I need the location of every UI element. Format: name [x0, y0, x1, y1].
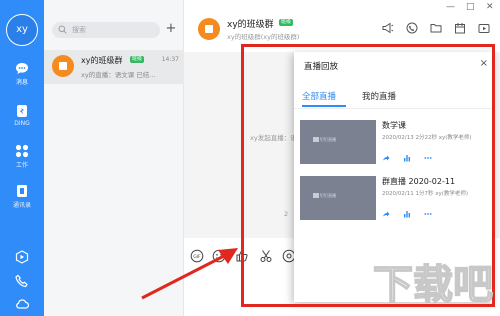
- conversation-time: 14:37: [161, 56, 179, 63]
- class-badge: 班级: [130, 56, 145, 63]
- phone-icon[interactable]: [15, 274, 29, 288]
- nav-work[interactable]: 工作: [0, 144, 44, 169]
- divider: [294, 108, 494, 109]
- close-button[interactable]: ✕: [486, 2, 494, 12]
- minimize-button[interactable]: —: [446, 2, 455, 12]
- stats-icon[interactable]: [403, 154, 411, 162]
- thumbnail-text: 钉钉直播: [320, 137, 336, 142]
- video-thumbnail[interactable]: 钉钉直播: [300, 176, 376, 220]
- replay-item[interactable]: 钉钉直播 数学课 2020/02/13 2分22秒 xy(教学老师): [300, 120, 490, 168]
- tab-all-live[interactable]: 全部直播: [302, 90, 336, 102]
- left-rail: xy 消息 DING 工作 通讯录: [0, 0, 44, 316]
- replay-title: 数学课: [382, 121, 406, 130]
- replay-actions: [382, 203, 440, 222]
- search-placeholder: 搜索: [72, 26, 86, 34]
- add-button[interactable]: +: [164, 20, 178, 38]
- nav-ding[interactable]: DING: [0, 104, 44, 127]
- logo-icon: [313, 193, 319, 198]
- live-icon[interactable]: [478, 22, 490, 34]
- replay-meta: 2020/02/11 1分7秒 xy(教学老师): [382, 191, 468, 197]
- class-badge: 班级: [279, 19, 294, 26]
- nav-label: 消息: [15, 79, 28, 86]
- share-icon[interactable]: [382, 154, 390, 162]
- share-icon[interactable]: [382, 210, 390, 218]
- nav-label: DING: [14, 120, 30, 127]
- svg-text:下载吧: 下载吧: [373, 262, 493, 308]
- play-icon[interactable]: [15, 250, 29, 264]
- replay-title: 群直播 2020-02-11: [382, 177, 456, 186]
- list-item[interactable]: xy的班级群 班级 14:37 xy的直播：语文课 已结...: [44, 50, 184, 84]
- announcement-icon[interactable]: [382, 22, 394, 34]
- panel-title: 直播回放: [304, 62, 339, 72]
- search-input[interactable]: 搜索: [52, 22, 160, 38]
- phone-call-icon[interactable]: [406, 22, 418, 34]
- chat-bubble-icon: [16, 63, 28, 74]
- nav-messages[interactable]: 消息: [0, 62, 44, 86]
- logo-icon: [313, 137, 319, 142]
- group-icon: [198, 18, 220, 40]
- chat-subtitle: xy的班级群(xy的班级群): [227, 33, 300, 41]
- cloud-icon[interactable]: [15, 297, 29, 311]
- replay-actions: [382, 147, 440, 166]
- group-icon: [52, 55, 74, 77]
- tab-my-live[interactable]: 我的直播: [362, 90, 396, 102]
- stats-icon[interactable]: [403, 210, 411, 218]
- more-icon[interactable]: [424, 154, 432, 162]
- active-tab-indicator: [302, 105, 346, 107]
- avatar[interactable]: xy: [6, 14, 38, 46]
- calendar-icon[interactable]: [454, 22, 466, 34]
- system-message: 2: [284, 210, 289, 218]
- app-window: xy 消息 DING 工作 通讯录 搜索 + xy的班级群 班级 14:37 x…: [0, 0, 500, 316]
- replay-meta: 2020/02/13 2分22秒 xy(教学老师): [382, 135, 472, 141]
- video-thumbnail[interactable]: 钉钉直播: [300, 120, 376, 164]
- chat-title[interactable]: xy的班级群: [227, 17, 274, 30]
- conversation-preview: xy的直播：语文课 已结...: [81, 71, 156, 79]
- annotation-arrow-icon: [141, 248, 238, 300]
- apps-grid-icon: [15, 144, 29, 158]
- contacts-icon: [17, 185, 27, 197]
- close-icon[interactable]: ×: [480, 58, 488, 69]
- folder-icon[interactable]: [430, 22, 442, 34]
- conversation-name: xy的班级群: [81, 56, 123, 65]
- search-icon: [58, 25, 67, 34]
- ding-icon: [17, 105, 27, 117]
- scissors-icon[interactable]: [259, 249, 273, 263]
- nav-contacts[interactable]: 通讯录: [0, 184, 44, 209]
- maximize-button[interactable]: □: [466, 2, 475, 12]
- nav-label: 工作: [15, 162, 28, 169]
- nav-label: 通讯录: [12, 202, 31, 209]
- replay-item[interactable]: 钉钉直播 群直播 2020-02-11 2020/02/11 1分7秒 xy(教…: [300, 176, 490, 224]
- more-icon[interactable]: [424, 210, 432, 218]
- thumbnail-text: 钉钉直播: [320, 193, 336, 198]
- watermark-logo: 下载吧: [372, 261, 494, 309]
